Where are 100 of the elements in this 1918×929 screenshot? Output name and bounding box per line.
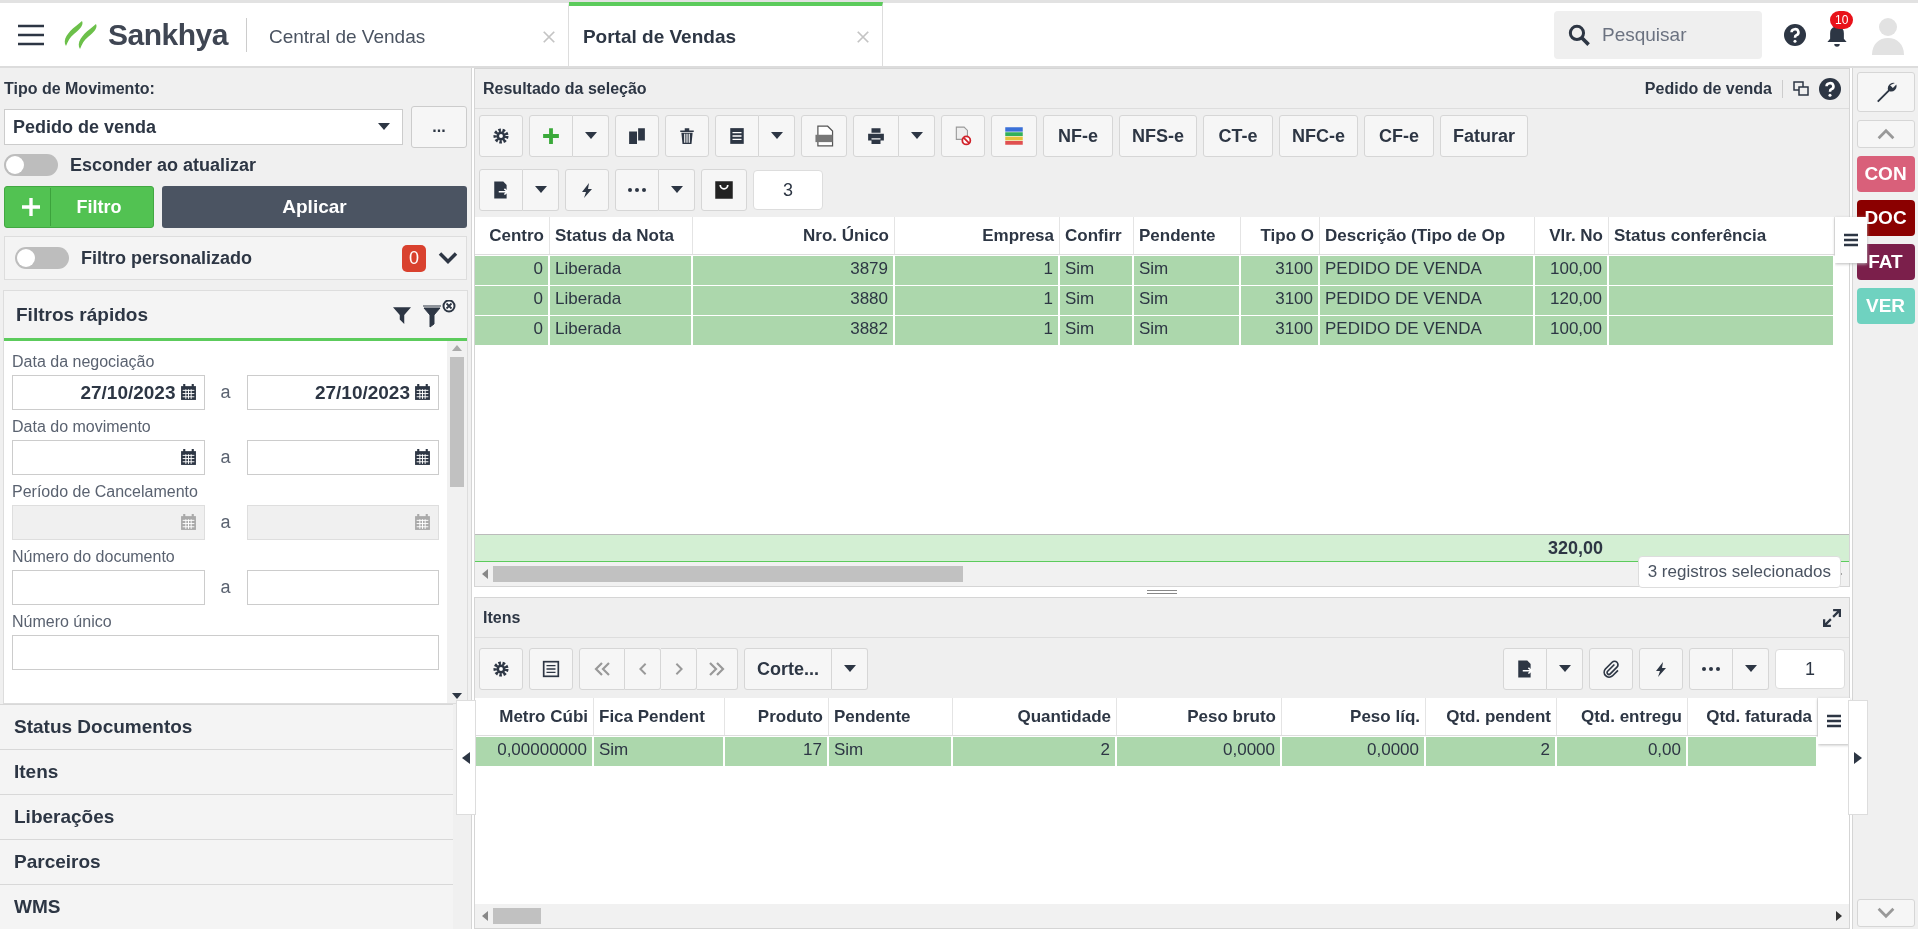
dropdown-button[interactable]: [832, 648, 868, 690]
action-button[interactable]: NFS-e: [1119, 115, 1197, 157]
date-field[interactable]: [246, 440, 439, 475]
action-button[interactable]: NFC-e: [1279, 115, 1358, 157]
accordion-section[interactable]: Status Documentos: [0, 704, 453, 749]
scroll-thumb[interactable]: [493, 908, 541, 924]
column-header[interactable]: Empresa: [895, 217, 1060, 254]
export-button[interactable]: [479, 169, 523, 211]
toggle-switch[interactable]: [4, 154, 58, 176]
movement-type-dropdown[interactable]: Pedido de venda: [4, 109, 403, 145]
list-button[interactable]: [715, 115, 759, 157]
lightning-button[interactable]: [1639, 648, 1683, 690]
table-cell: 1: [895, 286, 1060, 315]
expand-handle[interactable]: [1848, 700, 1868, 815]
copy-button[interactable]: [615, 115, 659, 157]
scroll-thumb[interactable]: [493, 566, 963, 582]
pdf-button[interactable]: [801, 115, 847, 157]
input-field[interactable]: [12, 635, 439, 670]
form-view-button[interactable]: [529, 648, 573, 690]
search-field[interactable]: Pesquisar: [1554, 10, 1762, 59]
total-value: 320,00: [1546, 537, 1604, 559]
stacked-bars-button[interactable]: [991, 115, 1037, 157]
column-menu-button[interactable]: [1818, 698, 1850, 744]
notification-badge: 10: [1830, 10, 1854, 29]
accordion-section[interactable]: WMS: [0, 884, 453, 929]
gear-icon: [492, 660, 510, 678]
column-header[interactable]: Qtd. pendent: [1426, 698, 1557, 735]
table-cell: PEDIDO DE VENDA: [1320, 316, 1535, 345]
column-header[interactable]: Confirr: [1060, 217, 1134, 254]
date-field[interactable]: [12, 440, 205, 475]
date-field[interactable]: 27/10/2023: [246, 375, 439, 410]
filter-icon: [393, 304, 411, 325]
column-header[interactable]: Qtd. entregu: [1557, 698, 1688, 735]
print-button[interactable]: [853, 115, 899, 157]
action-button[interactable]: NF-e: [1043, 115, 1113, 157]
column-header[interactable]: Centro: [475, 217, 550, 254]
scroll-down-button[interactable]: [1856, 899, 1915, 927]
column-header[interactable]: Fica Pendent: [594, 698, 725, 735]
settings-button[interactable]: [479, 115, 523, 157]
action-button[interactable]: Faturar: [1440, 115, 1529, 157]
caret-icon: [770, 132, 783, 140]
column-header[interactable]: Peso bruto: [1117, 698, 1282, 735]
column-header[interactable]: Descrição (Tipo de Op: [1320, 217, 1535, 254]
settings-button[interactable]: [479, 648, 523, 690]
date-field[interactable]: 27/10/2023: [12, 375, 205, 410]
calendar-icon: [414, 514, 431, 531]
column-header[interactable]: Pendente: [1134, 217, 1241, 254]
input-field[interactable]: [246, 570, 439, 605]
side-tag[interactable]: DOC: [1856, 200, 1915, 236]
more-button[interactable]: ...: [411, 106, 467, 148]
split-button[interactable]: Corte...: [744, 648, 832, 690]
delete-button[interactable]: [665, 115, 709, 157]
column-header[interactable]: Produto: [725, 698, 829, 735]
dropdown-button[interactable]: [573, 115, 609, 157]
table-cell: Sim: [1060, 256, 1134, 285]
action-button[interactable]: CF-e: [1364, 115, 1434, 157]
column-menu-icon: [1825, 713, 1843, 729]
dropdown-button[interactable]: [1733, 648, 1769, 690]
collapse-handle[interactable]: [456, 700, 476, 815]
toggle-label: Esconder ao atualizar: [70, 154, 257, 176]
document-cancel-icon: [954, 126, 972, 146]
table-cell: 0,0000: [1117, 737, 1282, 766]
scroll-up-button[interactable]: [1856, 120, 1915, 148]
toggle-switch[interactable]: [15, 247, 69, 269]
column-header[interactable]: Peso líq.: [1282, 698, 1426, 735]
wrench-button[interactable]: [1856, 72, 1915, 112]
horizontal-scrollbar[interactable]: [475, 904, 1849, 928]
column-header[interactable]: Tipo O: [1241, 217, 1320, 254]
dropdown-button[interactable]: [1547, 648, 1583, 690]
attach-button[interactable]: [1589, 648, 1633, 690]
column-header[interactable]: Nro. Único: [693, 217, 895, 254]
column-header[interactable]: Quantidade: [953, 698, 1117, 735]
lightning-button[interactable]: [565, 169, 609, 211]
table-cell: Sim: [594, 737, 725, 766]
scroll-down-icon: [452, 693, 462, 699]
caret-icon: [378, 123, 390, 131]
side-tag[interactable]: CON: [1856, 156, 1915, 192]
column-menu-button[interactable]: [1835, 217, 1867, 263]
copy-icon: [628, 127, 646, 145]
dropdown-button[interactable]: [759, 115, 795, 157]
dropdown-button[interactable]: [899, 115, 935, 157]
splitter-handle[interactable]: [1147, 590, 1177, 594]
vertical-scrollbar[interactable]: [447, 341, 467, 703]
export-button[interactable]: [1503, 648, 1547, 690]
accordion-section[interactable]: Itens: [0, 749, 453, 794]
accordion-section[interactable]: Parceiros: [0, 839, 453, 884]
action-button[interactable]: CT-e: [1203, 115, 1273, 157]
column-header[interactable]: Pendente: [829, 698, 953, 735]
tab[interactable]: Central de Vendas: [254, 2, 569, 67]
bag-button[interactable]: [701, 169, 747, 211]
table-cell: Sim: [1134, 316, 1241, 345]
dropdown-button[interactable]: [659, 169, 695, 211]
apply-button[interactable]: Aplicar: [162, 186, 467, 228]
column-header[interactable]: Status da Nota: [550, 217, 693, 254]
range-separator: a: [219, 512, 232, 533]
input-field[interactable]: [12, 570, 205, 605]
column-header[interactable]: Vlr. No: [1535, 217, 1609, 254]
cancel-document-button[interactable]: [941, 115, 985, 157]
accordion-section[interactable]: Liberações: [0, 794, 453, 839]
dropdown-button[interactable]: [523, 169, 559, 211]
